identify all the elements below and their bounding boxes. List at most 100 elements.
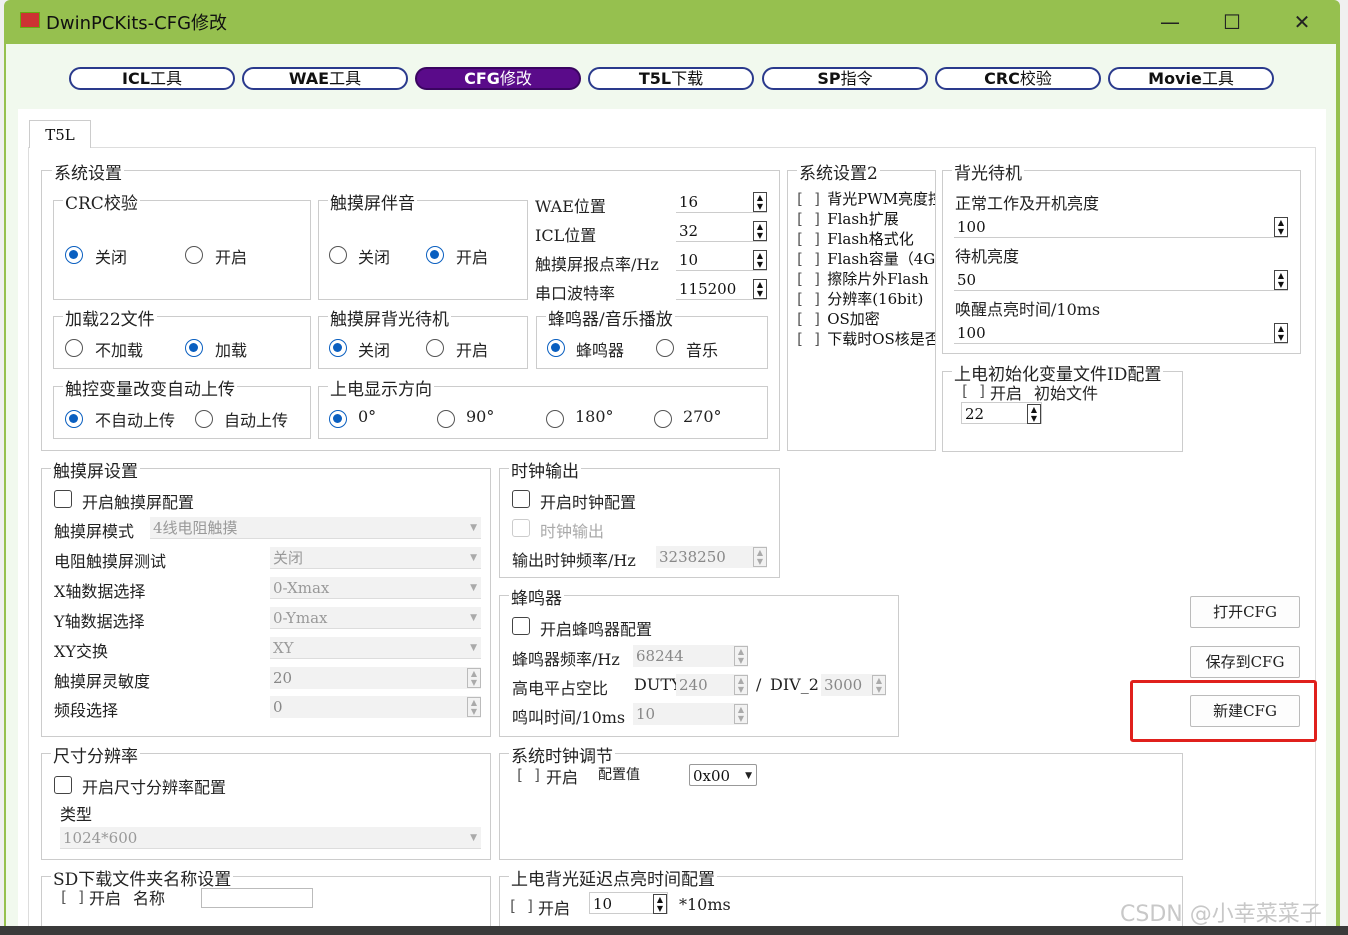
spin-arrows-icon[interactable]: ▲ ▼ (467, 668, 481, 688)
spin-arrows-icon[interactable]: ▲ ▼ (753, 192, 767, 212)
clock-output-checkbox[interactable] (512, 519, 530, 537)
spin-arrows-icon[interactable]: ▲ ▼ (653, 894, 667, 914)
auto-upload-no-radio[interactable] (65, 410, 83, 428)
dir-180-radio[interactable] (546, 410, 564, 428)
spin-arrows-icon[interactable]: ▲ ▼ (753, 279, 767, 299)
wake-time-spinbox[interactable]: 100 ▲ ▼ (954, 322, 1288, 344)
touch-sound-off-radio[interactable] (329, 246, 347, 264)
sys2-item[interactable]: [ ] Flash扩展 (795, 208, 899, 229)
xsel-combo[interactable]: 0-Xmax ▼ (270, 577, 481, 599)
spin-arrows-icon[interactable]: ▲ ▼ (734, 646, 748, 666)
buzzer-enable-checkbox[interactable] (512, 617, 530, 635)
band-spinbox[interactable]: 0 ▲ ▼ (270, 696, 481, 718)
dir-270-radio[interactable] (654, 410, 672, 428)
sysclock-combo[interactable]: 0x00 ▼ (689, 764, 757, 786)
sys2-item[interactable]: [ ] 擦除片外Flash (795, 268, 929, 289)
touch-mode-combo[interactable]: 4线电阻触摸 ▼ (150, 517, 481, 539)
buzzer-music-title: 蜂鸣器/音乐播放 (546, 305, 675, 330)
spin-arrows-icon[interactable]: ▲ ▼ (1274, 323, 1288, 343)
load22-yes-radio[interactable] (185, 339, 203, 357)
baud-value: 115200 (679, 280, 737, 298)
poweron-backlight-spinbox[interactable]: 10 ▲ ▼ (589, 892, 668, 914)
nav-wae-tool[interactable]: WAE工具 (242, 67, 408, 90)
spin-arrows-icon[interactable]: ▲ ▼ (467, 697, 481, 717)
spin-arrows-icon[interactable]: ▲ ▼ (753, 221, 767, 241)
size-type-combo[interactable]: 1024*600 ▼ (60, 827, 481, 849)
maximize-button[interactable]: ☐ (1211, 8, 1253, 36)
init-var-spinbox[interactable]: 22 ▲ ▼ (961, 402, 1042, 424)
backlight-standby-off-radio[interactable] (329, 339, 347, 357)
xsel-label: X轴数据选择 (54, 582, 146, 601)
crc-on-radio[interactable] (185, 246, 203, 264)
sensitivity-spinbox[interactable]: 20 ▲ ▼ (270, 667, 481, 689)
chevron-down-icon: ▼ (470, 583, 477, 593)
touch-rate-spinbox[interactable]: 10 ▲ ▼ (676, 249, 767, 271)
chevron-down-icon: ▼ (470, 643, 477, 653)
xy-swap-value: XY (273, 639, 294, 657)
spin-arrows-icon[interactable]: ▲ ▼ (734, 704, 748, 724)
tab-t5l[interactable]: T5L (29, 120, 91, 148)
spin-arrows-icon[interactable]: ▲ ▼ (753, 547, 767, 567)
open-cfg-button[interactable]: 打开CFG (1190, 596, 1300, 628)
duty-spinbox[interactable]: 240 ▲ ▼ (676, 674, 748, 696)
load22-no-radio[interactable] (65, 339, 83, 357)
ysel-combo[interactable]: 0-Ymax ▼ (270, 607, 481, 629)
close-button[interactable]: ✕ (1281, 8, 1323, 36)
div2-spinbox[interactable]: 3000 ▲ ▼ (821, 674, 886, 696)
backlight-standby-title: 触摸屏背光待机 (328, 305, 451, 330)
spin-arrows-icon[interactable]: ▲ ▼ (734, 675, 748, 695)
sys2-item[interactable]: [ ] Flash格式化 (795, 228, 914, 249)
nav-crc-check[interactable]: CRC校验 (935, 67, 1101, 90)
sysclock-checkbox[interactable]: [ ] (515, 766, 542, 784)
poweron-backlight-checkbox[interactable]: [ ] (508, 897, 535, 915)
sys2-item[interactable]: [ ] 下载时OS核是否 (795, 328, 935, 349)
nav-t5l-download[interactable]: T5L下载 (588, 67, 754, 90)
init-var-value: 22 (965, 405, 985, 423)
sys2-item[interactable]: [ ] OS加密 (795, 308, 880, 329)
xy-swap-combo[interactable]: XY ▼ (270, 637, 481, 659)
size-enable-checkbox[interactable] (54, 776, 72, 794)
nav-movie-tool[interactable]: Movie工具 (1108, 67, 1274, 90)
sys2-item[interactable]: [ ] 背光PWM亮度控 (795, 188, 935, 209)
buzz-time-spinbox[interactable]: 10 ▲ ▼ (633, 703, 748, 725)
spin-arrows-icon[interactable]: ▲ ▼ (1274, 217, 1288, 237)
sys2-item[interactable]: [ ] 分辨率(16bit) (795, 288, 923, 309)
spin-arrows-icon[interactable]: ▲ ▼ (1274, 270, 1288, 290)
standby-brightness-spinbox[interactable]: 50 ▲ ▼ (954, 269, 1288, 291)
load22-yes-label: 加载 (215, 341, 248, 360)
size-resolution-title: 尺寸分辨率 (51, 742, 140, 767)
crc-off-radio[interactable] (65, 246, 83, 264)
music-radio[interactable] (656, 339, 674, 357)
touch-enable-checkbox[interactable] (54, 490, 72, 508)
sd-name-input[interactable] (201, 888, 313, 908)
clock-enable-checkbox[interactable] (512, 490, 530, 508)
resist-test-combo[interactable]: 关闭 ▼ (270, 547, 481, 569)
icl-pos-spinbox[interactable]: 32 ▲ ▼ (676, 220, 767, 242)
backlight-standby-on-radio[interactable] (426, 339, 444, 357)
wake-time-value: 100 (957, 324, 986, 342)
sd-checkbox[interactable]: [ ] (59, 888, 86, 906)
sd-name-label: 名称 (133, 889, 166, 908)
wae-pos-spinbox[interactable]: 16 ▲ ▼ (676, 191, 767, 213)
dir-0-radio[interactable] (329, 410, 347, 428)
spin-arrows-icon[interactable]: ▲ ▼ (872, 675, 886, 695)
dir-90-radio[interactable] (437, 410, 455, 428)
touch-sound-on-radio[interactable] (426, 246, 444, 264)
nav-sp-command[interactable]: SP指令 (762, 67, 928, 90)
auto-upload-yes-radio[interactable] (195, 410, 213, 428)
spin-arrows-icon[interactable]: ▲ ▼ (1027, 404, 1041, 424)
clock-freq-spinbox[interactable]: 3238250 ▲ ▼ (656, 546, 767, 568)
normal-brightness-spinbox[interactable]: 100 ▲ ▼ (954, 216, 1288, 238)
sys2-item[interactable]: [ ] Flash容量（4G (795, 248, 935, 269)
nav-icl-tool[interactable]: ICL工具 (69, 67, 235, 90)
minimize-button[interactable]: — (1149, 8, 1191, 36)
nav-cfg-edit[interactable]: CFG修改 (415, 67, 581, 90)
clock-freq-label: 输出时钟频率/Hz (512, 551, 636, 570)
duty-value: 240 (679, 676, 708, 694)
baud-spinbox[interactable]: 115200 ▲ ▼ (676, 278, 767, 300)
spin-arrows-icon[interactable]: ▲ ▼ (753, 250, 767, 270)
init-var-checkbox[interactable]: [ ] (960, 382, 987, 400)
buzzer-freq-spinbox[interactable]: 68244 ▲ ▼ (633, 645, 748, 667)
buzzer-radio[interactable] (547, 339, 565, 357)
save-cfg-button[interactable]: 保存到CFG (1190, 646, 1300, 678)
